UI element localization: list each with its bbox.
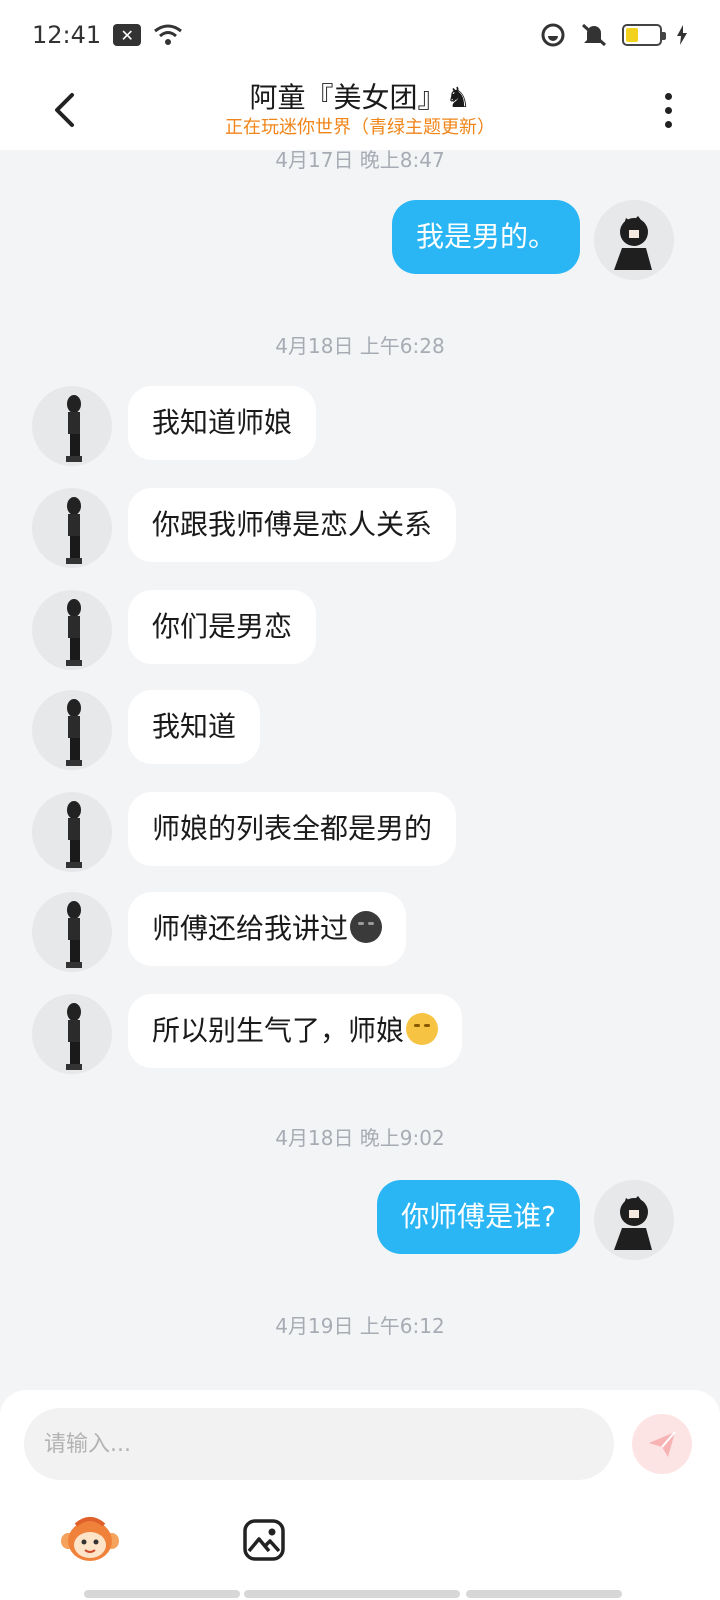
message-outgoing: 你师傅是谁? (0, 1180, 720, 1260)
do-not-disturb-icon (541, 23, 565, 47)
message-incoming: 你们是男恋 (0, 590, 720, 670)
message-incoming: 你跟我师傅是恋人关系 (0, 488, 720, 568)
monkey-mascot-icon (61, 1517, 119, 1561)
contact-status: 正在玩迷你世界（青绿主题更新） (225, 117, 495, 138)
image-icon (243, 1519, 285, 1561)
back-button[interactable] (44, 84, 84, 136)
message-bubble[interactable]: 你们是男恋 (128, 590, 317, 664)
avatar-contact[interactable] (32, 386, 112, 466)
timestamp: 4月17日 晚上8:47 (275, 150, 445, 172)
chat-header: 阿童『美女团』♞ 正在玩迷你世界（青绿主题更新） (0, 70, 720, 150)
avatar-contact[interactable] (32, 892, 112, 972)
timestamp: 4月18日 上午6:28 (275, 334, 445, 358)
message-incoming: 师傅还给我讲过 (0, 892, 720, 972)
avatar-contact[interactable] (32, 590, 112, 670)
message-input[interactable] (24, 1408, 614, 1480)
avatar-contact-image (66, 1003, 82, 1070)
message-bubble[interactable]: 你跟我师傅是恋人关系 (128, 488, 457, 562)
status-bar: 12:41 ✕ (0, 0, 720, 70)
wifi-icon (154, 24, 183, 45)
avatar-contact[interactable] (32, 488, 112, 568)
avatar-contact-image (66, 901, 82, 968)
message-text: 师傅还给我讲过 (152, 912, 349, 945)
avatar-contact[interactable] (32, 792, 112, 872)
more-options-button[interactable] (656, 82, 680, 138)
send-button[interactable] (632, 1414, 692, 1474)
avatar-self[interactable] (594, 1180, 674, 1260)
timestamp: 4月19日 上午6:12 (275, 1314, 445, 1338)
message-bubble[interactable]: 我知道师娘 (128, 386, 317, 460)
message-bubble[interactable]: 我是男的。 (391, 200, 580, 274)
smirk-emoji-icon (406, 1013, 439, 1045)
message-bubble[interactable]: 所以别生气了，师娘 (128, 994, 463, 1068)
message-bubble[interactable]: 师娘的列表全都是男的 (128, 792, 457, 866)
chevron-left-icon (55, 93, 74, 127)
message-bubble[interactable]: 我知道 (128, 690, 261, 764)
timestamp: 4月18日 晚上9:02 (275, 1126, 445, 1150)
message-text: 所以别生气了，师娘 (152, 1014, 405, 1047)
avatar-contact-image (66, 599, 82, 666)
message-incoming: 我知道师娘 (0, 386, 720, 466)
message-incoming: 我知道 (0, 690, 720, 770)
avatar-contact-image (66, 497, 82, 564)
composer (0, 1390, 720, 1600)
contact-name: 阿童『美女团』♞ (249, 81, 471, 114)
emoji-panel-button[interactable] (60, 1510, 120, 1570)
message-outgoing: 我是男的。 (0, 200, 720, 280)
send-icon (649, 1431, 676, 1457)
image-button[interactable] (234, 1510, 294, 1570)
message-incoming: 师娘的列表全都是男的 (0, 792, 720, 872)
avatar-contact-image (66, 699, 82, 766)
avatar-contact[interactable] (32, 690, 112, 770)
message-bubble[interactable]: 师傅还给我讲过 (128, 892, 407, 966)
gesture-bar (244, 1590, 460, 1598)
avatar-self[interactable] (594, 200, 674, 280)
notification-icon: ✕ (113, 24, 142, 46)
gesture-bar (84, 1590, 240, 1598)
avatar-contact-image (66, 395, 82, 462)
message-incoming: 所以别生气了，师娘 (0, 994, 720, 1074)
status-time: 12:41 (32, 21, 102, 49)
more-vertical-icon (664, 92, 672, 100)
charging-icon (677, 25, 687, 45)
avatar-self-image (614, 216, 652, 270)
message-list[interactable]: 4月17日 晚上8:47 我是男的。 4月18日 上午6:28 我知道师娘 你跟… (0, 150, 720, 1390)
smirk-dark-emoji-icon (350, 911, 383, 943)
avatar-self-image (614, 1196, 652, 1250)
avatar-contact-image (66, 801, 82, 868)
vibrate-off-icon (581, 23, 607, 47)
message-bubble[interactable]: 你师傅是谁? (377, 1180, 580, 1254)
avatar-contact[interactable] (32, 994, 112, 1074)
gesture-bar (466, 1590, 622, 1598)
battery-icon (622, 24, 666, 46)
